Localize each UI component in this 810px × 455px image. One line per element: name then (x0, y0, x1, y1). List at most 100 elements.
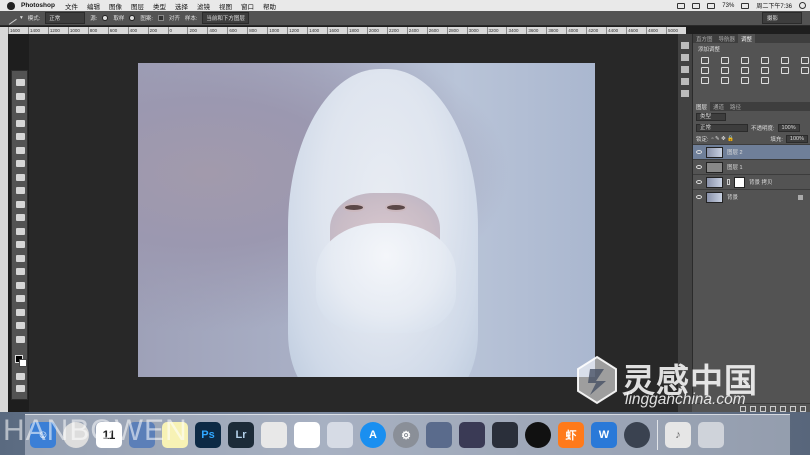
screen-mode-icon[interactable] (16, 385, 25, 392)
brush-tool-icon[interactable] (16, 173, 25, 181)
hand-tool-icon[interactable] (16, 322, 25, 329)
tab-channels[interactable]: 通道 (710, 102, 727, 111)
aligned-checkbox[interactable] (157, 15, 164, 21)
trash-icon[interactable] (698, 422, 724, 448)
menu-type[interactable]: 类型 (153, 1, 166, 11)
layer-name[interactable]: 图层 2 (727, 148, 743, 156)
layer-row[interactable]: 图层 1 (693, 159, 810, 174)
channel-mixer-adjustment-icon[interactable] (761, 67, 769, 74)
music-icon[interactable]: ♪ (665, 422, 691, 448)
hue-saturation-adjustment-icon[interactable] (801, 57, 809, 64)
opacity-field[interactable]: 100% (777, 123, 800, 132)
tab-paths[interactable]: 路径 (727, 102, 744, 111)
battery-percent[interactable]: 73% (722, 3, 734, 9)
brush-preset-picker[interactable]: ▾ (20, 15, 23, 21)
tab-adjustments[interactable]: 调整 (738, 34, 756, 43)
black-white-adjustment-icon[interactable] (721, 67, 729, 74)
mode-select[interactable]: 正常 (45, 12, 86, 24)
pen-tool-icon[interactable] (16, 268, 25, 275)
qq-icon[interactable] (525, 422, 551, 448)
gradient-map-adjustment-icon[interactable] (761, 77, 769, 84)
quick-mask-icon[interactable] (16, 373, 25, 380)
menu-filter[interactable]: 滤镜 (197, 1, 210, 11)
shape-tool-icon[interactable] (16, 308, 25, 316)
status-icon[interactable] (692, 2, 701, 9)
menu-select[interactable]: 选择 (175, 1, 188, 11)
numbers-icon[interactable] (294, 422, 320, 448)
spotlight-search-icon[interactable] (799, 2, 806, 9)
brightness-adjustment-icon[interactable] (701, 57, 709, 64)
marquee-tool-icon[interactable] (16, 92, 25, 100)
history-brush-tool-icon[interactable] (16, 200, 25, 208)
visibility-eye-icon[interactable] (696, 150, 702, 154)
clone-stamp-tool-icon[interactable] (16, 187, 25, 194)
path-select-tool-icon[interactable] (16, 295, 25, 302)
final-cut-icon[interactable] (459, 422, 485, 448)
actions-panel-icon[interactable] (681, 54, 689, 61)
layer-name[interactable]: 背景 (727, 193, 738, 201)
menu-image[interactable]: 图像 (109, 1, 122, 11)
history-panel-icon[interactable] (681, 42, 689, 49)
lock-icons[interactable]: ▫ ✎ ✥ 🔒 (712, 136, 735, 142)
color-balance-adjustment-icon[interactable] (701, 67, 709, 74)
visibility-eye-icon[interactable] (696, 195, 702, 199)
color-lookup-adjustment-icon[interactable] (781, 67, 789, 74)
quick-select-tool-icon[interactable] (16, 119, 25, 127)
sample-select[interactable]: 当前和下方图层 (202, 12, 249, 24)
pattern-radio[interactable] (129, 15, 136, 21)
menu-window[interactable]: 窗口 (241, 1, 254, 11)
tab-layers[interactable]: 图层 (693, 102, 711, 111)
character-panel-icon[interactable] (681, 90, 689, 97)
clone-stamp-tool-icon[interactable] (4, 11, 17, 25)
curves-adjustment-icon[interactable] (741, 57, 749, 64)
menu-file[interactable]: 文件 (65, 1, 78, 11)
tab-navigator[interactable]: 导航器 (716, 34, 739, 43)
document-image[interactable] (138, 63, 595, 377)
layer-name[interactable]: 背景 拷贝 (749, 178, 773, 186)
gradient-tool-icon[interactable] (16, 227, 25, 235)
layer-row[interactable]: 背景 拷贝 (693, 174, 810, 189)
photoshop-icon[interactable]: Ps (195, 422, 221, 448)
status-icon[interactable] (677, 2, 686, 9)
lightroom-icon[interactable]: Lr (228, 422, 254, 448)
preview-app-icon[interactable] (426, 422, 452, 448)
healing-tool-icon[interactable] (16, 160, 25, 167)
menu-layer[interactable]: 图层 (131, 1, 144, 11)
layer-name[interactable]: 图层 1 (727, 163, 743, 171)
battery-icon[interactable] (741, 2, 750, 9)
clone-source-panel-icon[interactable] (681, 78, 689, 85)
lasso-tool-icon[interactable] (16, 106, 25, 113)
menu-view[interactable]: 视图 (219, 1, 232, 11)
word-icon[interactable]: W (591, 422, 617, 448)
tab-histogram[interactable]: 直方图 (693, 34, 716, 43)
photo-booth-icon[interactable] (492, 422, 518, 448)
sampled-radio[interactable] (102, 15, 109, 21)
type-tool-icon[interactable] (16, 281, 25, 289)
brush-panel-icon[interactable] (681, 66, 689, 73)
system-preferences-icon[interactable]: ⚙ (393, 422, 419, 448)
apple-menu-icon[interactable] (7, 1, 15, 10)
rocket-icon[interactable] (624, 422, 650, 448)
mask-link-icon[interactable] (727, 179, 730, 185)
workspace-select[interactable]: 摄影 (762, 12, 802, 24)
levels-adjustment-icon[interactable] (721, 57, 729, 64)
exposure-adjustment-icon[interactable] (761, 57, 769, 64)
layer-kind-filter[interactable]: 类型 (696, 112, 726, 121)
keynote-icon[interactable] (327, 422, 353, 448)
status-icon[interactable] (707, 2, 716, 9)
dodge-tool-icon[interactable] (16, 254, 25, 262)
vibrance-adjustment-icon[interactable] (781, 57, 789, 64)
fill-field[interactable]: 100% (785, 134, 808, 143)
clock[interactable]: 周二下午7:36 (756, 1, 792, 10)
eraser-tool-icon[interactable] (16, 214, 25, 221)
selective-color-adjustment-icon[interactable] (741, 77, 749, 84)
visibility-eye-icon[interactable] (696, 165, 702, 169)
menu-edit[interactable]: 编辑 (87, 1, 100, 11)
xiami-icon[interactable]: 虾 (558, 422, 584, 448)
posterize-adjustment-icon[interactable] (701, 77, 709, 84)
background-color-swatch[interactable] (19, 359, 27, 367)
app-menu[interactable]: Photoshop (21, 2, 55, 9)
zoom-tool-icon[interactable] (16, 335, 25, 343)
photo-filter-adjustment-icon[interactable] (741, 67, 749, 74)
layer-row[interactable]: 图层 2 (693, 144, 810, 159)
